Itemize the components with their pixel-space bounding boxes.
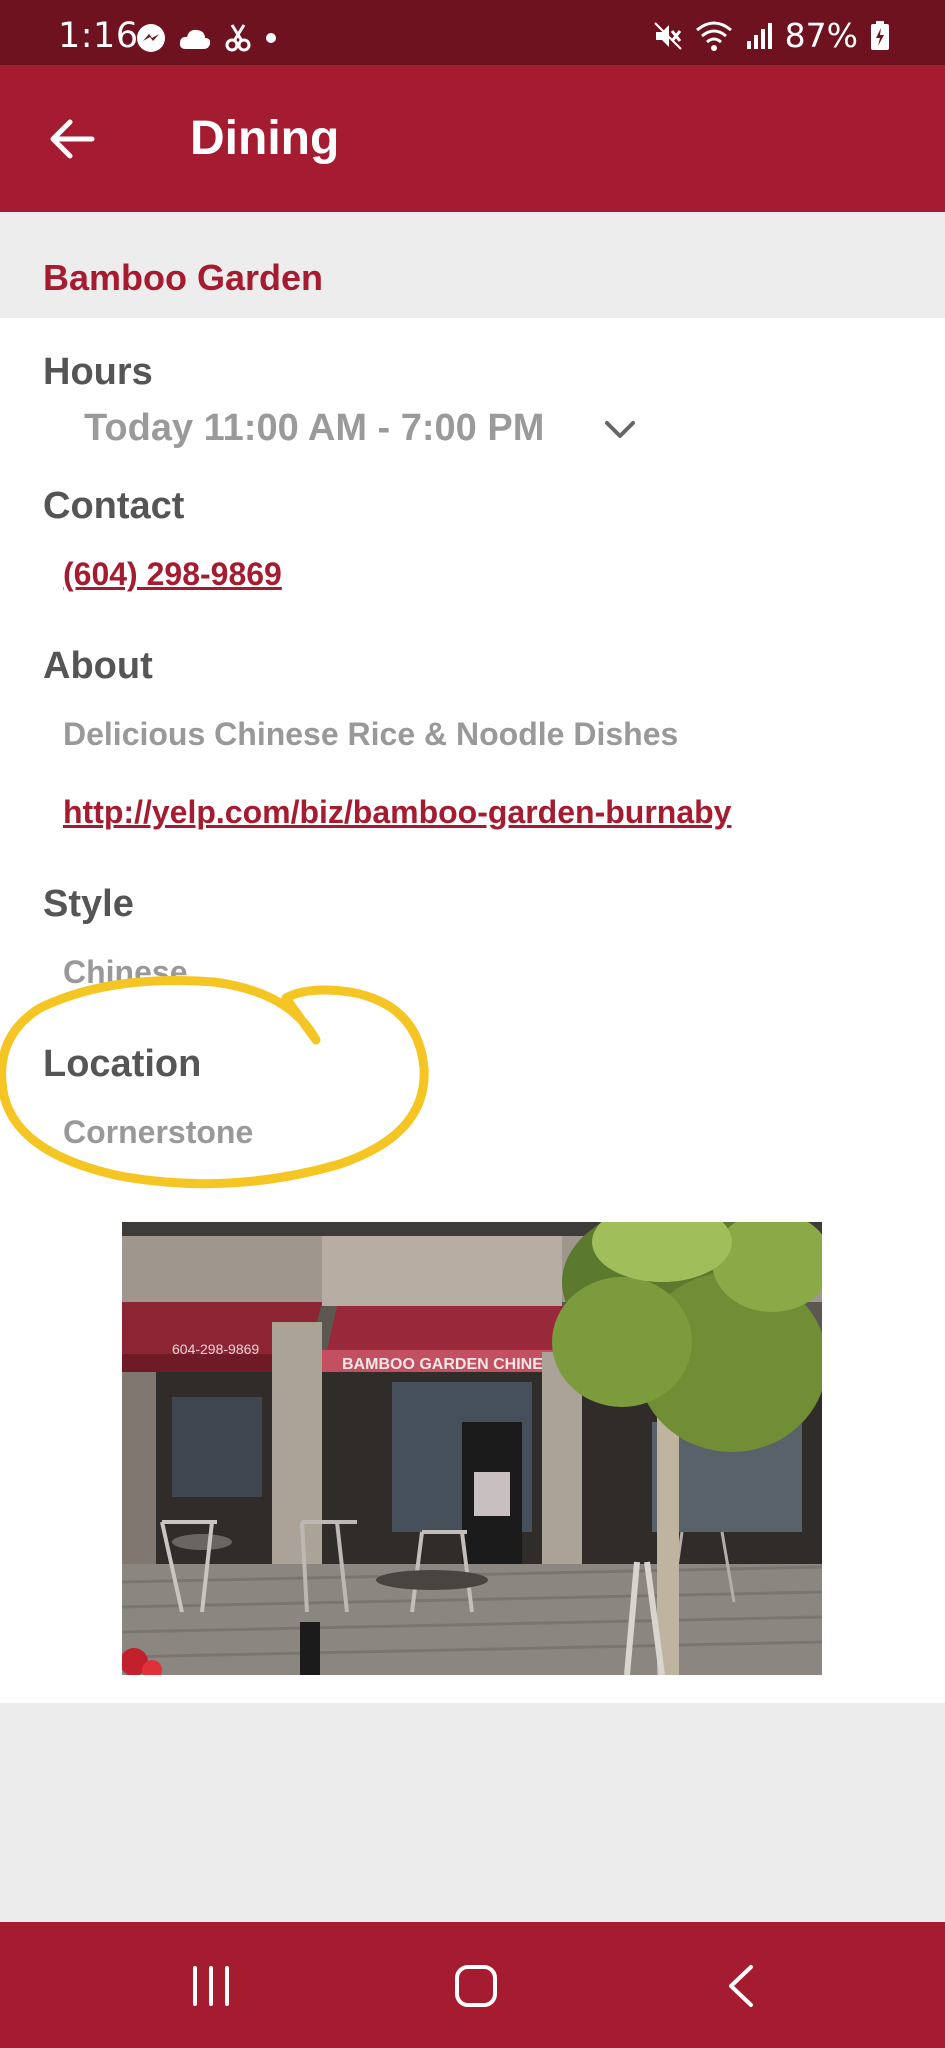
mute-icon — [653, 21, 682, 50]
svg-text:604-298-9869: 604-298-9869 — [172, 1341, 259, 1357]
yelp-link[interactable]: http://yelp.com/biz/bamboo-garden-burnab… — [63, 792, 731, 832]
notification-dot-icon — [266, 33, 276, 43]
recent-apps-icon — [193, 1966, 229, 2006]
battery-percentage: 87% — [784, 16, 858, 55]
home-icon — [455, 1965, 497, 2007]
system-nav-bar — [0, 1922, 945, 2048]
location-heading: Location — [43, 1043, 202, 1085]
back-chevron-icon — [729, 1965, 753, 2007]
status-left-icons — [136, 22, 278, 54]
style-value: Chinese — [63, 954, 188, 990]
wifi-icon — [695, 21, 732, 51]
status-time: 1:16 — [58, 16, 139, 56]
contact-heading: Contact — [43, 485, 185, 527]
restaurant-photo: BAMBOO GARDEN CHINESE RESTAURANT 604-298… — [122, 1222, 822, 1675]
restaurant-header: Bamboo Garden — [0, 212, 945, 318]
hours-expand-button[interactable] — [600, 410, 640, 450]
about-heading: About — [43, 645, 153, 687]
chevron-down-icon — [605, 421, 635, 438]
arrow-left-icon — [50, 119, 95, 159]
recent-apps-button[interactable] — [176, 1958, 246, 2014]
hours-heading: Hours — [43, 351, 153, 393]
status-bar: 1:16 87% — [0, 0, 945, 65]
status-right-icons: 87% — [653, 16, 890, 55]
cloud-icon — [179, 29, 211, 49]
hours-today[interactable]: Today 11:00 AM - 7:00 PM — [84, 406, 544, 450]
home-button[interactable] — [441, 1958, 511, 2014]
system-back-button[interactable] — [706, 1958, 776, 2014]
app-bar: Dining — [0, 65, 945, 212]
location-value: Cornerstone — [63, 1114, 254, 1150]
signal-icon — [746, 22, 772, 49]
battery-charging-icon — [871, 20, 889, 50]
restaurant-name: Bamboo Garden — [43, 257, 324, 298]
messenger-icon — [137, 24, 165, 52]
about-description: Delicious Chinese Rice & Noodle Dishes — [63, 716, 679, 752]
phone-link[interactable]: (604) 298-9869 — [63, 554, 282, 594]
style-heading: Style — [43, 883, 134, 925]
back-button[interactable] — [44, 111, 100, 167]
page-title: Dining — [190, 112, 340, 165]
scissors-icon — [225, 24, 251, 52]
